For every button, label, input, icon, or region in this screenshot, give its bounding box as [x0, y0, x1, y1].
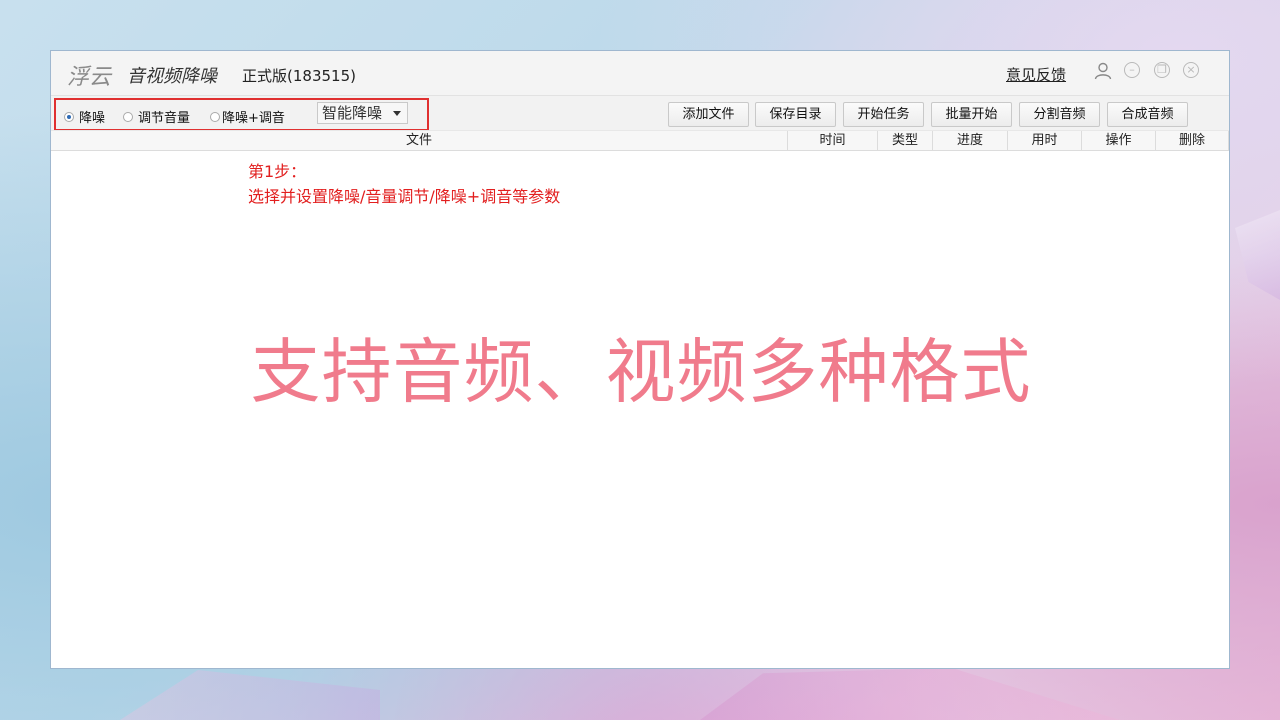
batch-start-button[interactable]: 批量开始 [931, 102, 1012, 127]
maximize-icon[interactable]: ❐ [1154, 62, 1170, 78]
app-window: 浮云 音视频降噪 正式版(183515) 意见反馈 – ❐ × 降噪 调节音量 … [50, 50, 1230, 669]
radio-label: 调节音量 [138, 111, 191, 126]
mode-select-value: 智能降噪 [322, 104, 383, 122]
radio-label: 降噪 [79, 111, 106, 126]
column-progress[interactable]: 进度 [933, 131, 1008, 151]
title-bar: 浮云 音视频降噪 正式版(183515) 意见反馈 – ❐ × [51, 51, 1229, 95]
chevron-down-icon [393, 111, 401, 116]
feedback-link[interactable]: 意见反馈 [1006, 64, 1066, 85]
add-file-button[interactable]: 添加文件 [668, 102, 749, 127]
radio-button[interactable] [123, 111, 133, 122]
step-text: 选择并设置降噪/音量调节/降噪+调音等参数 [248, 187, 561, 206]
radio-button[interactable] [64, 111, 74, 122]
background-crystal [700, 668, 1120, 720]
step-title: 第1步： [248, 162, 307, 181]
minimize-icon[interactable]: – [1124, 62, 1140, 78]
radio-button[interactable] [210, 111, 220, 122]
save-directory-button[interactable]: 保存目录 [755, 102, 836, 127]
merge-audio-button[interactable]: 合成音频 [1107, 102, 1188, 127]
radio-denoise-tune[interactable]: 降噪+调音 [210, 107, 285, 126]
column-action[interactable]: 操作 [1082, 131, 1156, 151]
app-version: 正式版(183515) [242, 67, 356, 85]
background-crystal [1235, 210, 1280, 300]
toolbar: 降噪 调节音量 降噪+调音 智能降噪 添加文件 保存目录 开始任务 批量开始 分… [51, 95, 1229, 131]
column-time[interactable]: 时间 [788, 131, 878, 151]
table-header: 文件 时间 类型 进度 用时 操作 删除 [51, 130, 1229, 151]
mode-select[interactable]: 智能降噪 [317, 102, 408, 124]
step-annotation: 第1步： 选择并设置降噪/音量调节/降噪+调音等参数 [248, 159, 560, 209]
radio-label: 降噪+调音 [222, 111, 285, 126]
background-crystal [120, 670, 380, 720]
radio-denoise[interactable]: 降噪 [64, 107, 105, 126]
column-file[interactable]: 文件 [51, 131, 788, 151]
user-icon[interactable] [1093, 61, 1113, 81]
app-name: 音视频降噪 [127, 66, 217, 87]
app-logo: 浮云 [67, 65, 112, 90]
column-delete[interactable]: 删除 [1156, 131, 1229, 151]
split-audio-button[interactable]: 分割音频 [1019, 102, 1100, 127]
radio-volume[interactable]: 调节音量 [123, 107, 190, 126]
column-type[interactable]: 类型 [878, 131, 933, 151]
format-banner: 支持音频、视频多种格式 [250, 331, 1032, 413]
start-task-button[interactable]: 开始任务 [843, 102, 924, 127]
close-icon[interactable]: × [1183, 62, 1199, 78]
column-elapsed[interactable]: 用时 [1008, 131, 1082, 151]
